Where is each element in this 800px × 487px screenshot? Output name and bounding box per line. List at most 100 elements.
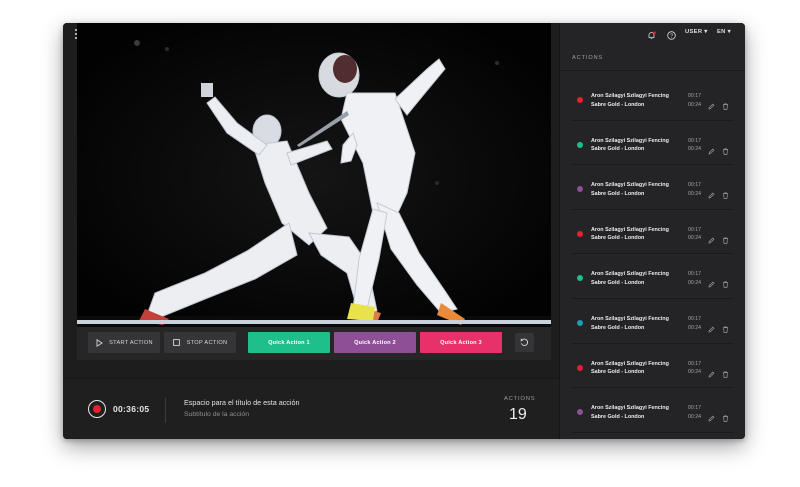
action-item-title: Aron Szilagyi Szilagyi Fencing Sabre Gold… <box>591 226 681 243</box>
action-item-time-end: 00:24 <box>688 235 701 242</box>
edit-icon[interactable] <box>708 186 715 199</box>
stop-action-label: STOP ACTION <box>186 339 228 346</box>
action-item-time-end: 00:24 <box>688 324 701 331</box>
trash-icon[interactable] <box>722 320 729 333</box>
action-item-title-line1: Aron Szilagyi Szilagyi Fencing <box>591 137 669 144</box>
edit-icon[interactable] <box>708 97 715 110</box>
action-color-dot <box>577 320 583 326</box>
action-item-title-line1: Aron Szilagyi Szilagyi Fencing <box>591 182 669 189</box>
action-item-title-line1: Aron Szilagyi Szilagyi Fencing <box>591 360 669 367</box>
help-icon[interactable]: ? <box>667 27 676 45</box>
action-list-item[interactable]: Aron Szilagyi Szilagyi Fencing Sabre Gold… <box>560 388 745 433</box>
user-menu-label: USER <box>685 29 703 35</box>
action-list-item[interactable]: Aron Szilagyi Szilagyi Fencing Sabre Gold… <box>560 344 745 389</box>
divider <box>572 431 734 433</box>
action-item-time-start: 00:17 <box>688 226 701 233</box>
action-list-item[interactable]: Aron Szilagyi Szilagyi Fencing Sabre Gold… <box>560 210 745 255</box>
edit-icon[interactable] <box>708 365 715 378</box>
edit-icon[interactable] <box>708 231 715 244</box>
action-list-item[interactable]: Aron Szilagyi Szilagyi Fencing Sabre Gold… <box>560 299 745 344</box>
action-item-time-start: 00:17 <box>688 316 701 322</box>
action-list-item[interactable]: Aron Szilagyi Szilagyi Fencing Sabre Gold… <box>560 254 745 299</box>
user-menu[interactable]: USER ▾ <box>685 29 707 35</box>
edit-icon[interactable] <box>708 275 715 288</box>
action-item-title-line1: Aron Szilagyi Szilagyi Fencing <box>591 271 669 278</box>
action-item-time: 00:17 00:24 <box>685 315 701 332</box>
trash-icon[interactable] <box>722 142 729 155</box>
action-list-item[interactable]: Aron Szilagyi Szilagyi Fencing Sabre Gold… <box>560 165 745 210</box>
action-item-time-end: 00:24 <box>688 101 701 108</box>
action-list-item[interactable]: Aron Szilagyi Szilagyi Fencing Sabre Gold… <box>560 121 745 166</box>
action-item-title-line2: Sabre Gold - London <box>591 235 645 242</box>
action-title: Espacio para el título de esta acción <box>184 398 300 407</box>
action-item-time-start: 00:17 <box>688 360 701 367</box>
trash-icon[interactable] <box>722 409 729 422</box>
action-item-title-line2: Sabre Gold - London <box>591 413 645 420</box>
start-action-label: START ACTION <box>109 339 153 346</box>
action-item-title-line2: Sabre Gold - London <box>591 279 645 286</box>
actions-count-label: ACTIONS <box>504 396 536 402</box>
playback-progress-bar[interactable] <box>77 320 551 324</box>
action-color-dot <box>577 97 583 103</box>
start-action-button[interactable]: START ACTION <box>88 332 160 353</box>
stop-icon <box>173 339 181 347</box>
actions-count-value: 19 <box>509 406 527 423</box>
action-item-time: 00:17 00:24 <box>685 226 701 243</box>
action-item-time-end: 00:24 <box>688 190 701 197</box>
action-item-time-end: 00:24 <box>688 413 701 420</box>
action-item-title-line2: Sabre Gold - London <box>591 190 645 197</box>
action-list-item[interactable]: Aron Szilagyi Szilagyi Fencing Sabre Gold… <box>560 76 745 121</box>
action-item-title-line2: Sabre Gold - London <box>591 324 645 331</box>
edit-icon[interactable] <box>708 409 715 422</box>
divider <box>560 70 745 71</box>
undo-button[interactable] <box>515 333 534 352</box>
trash-icon[interactable] <box>722 186 729 199</box>
action-item-time-end: 00:24 <box>688 146 701 153</box>
action-item-title: Aron Szilagyi Szilagyi Fencing Sabre Gold… <box>591 315 681 332</box>
action-item-title: Aron Szilagyi Szilagyi Fencing Sabre Gold… <box>591 92 681 109</box>
svg-text:?: ? <box>670 33 673 39</box>
main-panel: START ACTION STOP ACTION Quick Action 1 … <box>63 23 559 439</box>
trash-icon[interactable] <box>722 365 729 378</box>
action-item-time-start: 00:17 <box>688 137 701 144</box>
video-player[interactable] <box>77 23 551 327</box>
quick-action-3-button[interactable]: Quick Action 3 <box>420 332 502 353</box>
action-item-title-line1: Aron Szilagyi Szilagyi Fencing <box>591 405 669 412</box>
actions-sidebar: ? USER ▾ EN ▾ ACTIONS Aron Szilagyi Szil… <box>559 23 745 439</box>
action-item-title-line1: Aron Szilagyi Szilagyi Fencing <box>591 316 669 322</box>
divider <box>165 397 166 423</box>
quick-action-3-label: Quick Action 3 <box>440 339 482 346</box>
edit-icon[interactable] <box>708 320 715 333</box>
trash-icon[interactable] <box>722 275 729 289</box>
action-item-time-end: 00:24 <box>688 369 701 376</box>
action-color-dot <box>577 409 583 416</box>
recording-timer: 00:36:05 <box>113 404 150 414</box>
quick-action-1-label: Quick Action 1 <box>268 339 310 346</box>
trash-icon[interactable] <box>722 231 729 244</box>
action-item-title: Aron Szilagyi Szilagyi Fencing Sabre Gold… <box>591 360 681 377</box>
action-color-dot <box>577 230 583 237</box>
language-menu-label: EN <box>717 29 726 35</box>
action-color-dot <box>577 186 583 193</box>
action-color-dot <box>577 141 583 148</box>
action-item-time-start: 00:17 <box>688 271 701 278</box>
record-button[interactable] <box>88 400 106 418</box>
stop-action-button[interactable]: STOP ACTION <box>164 332 236 353</box>
action-item-time: 00:17 00:24 <box>685 181 701 198</box>
action-item-title: Aron Szilagyi Szilagyi Fencing Sabre Gold… <box>591 270 681 287</box>
action-item-time: 00:17 00:24 <box>685 92 701 109</box>
language-menu[interactable]: EN ▾ <box>717 29 731 35</box>
action-item-title: Aron Szilagyi Szilagyi Fencing Sabre Gold… <box>591 181 681 198</box>
action-item-time: 00:17 00:24 <box>685 404 701 421</box>
quick-action-2-button[interactable]: Quick Action 2 <box>334 332 416 353</box>
trash-icon[interactable] <box>722 97 729 110</box>
edit-icon[interactable] <box>708 142 715 155</box>
action-subtitle: Subtítulo de la acción <box>184 411 249 418</box>
action-item-title: Aron Szilagyi Szilagyi Fencing Sabre Gold… <box>591 404 681 421</box>
action-color-dot <box>577 275 583 282</box>
quick-action-2-label: Quick Action 2 <box>354 339 396 346</box>
notification-bell-icon[interactable] <box>647 27 656 45</box>
quick-action-1-button[interactable]: Quick Action 1 <box>248 332 330 353</box>
action-item-time-end: 00:24 <box>688 279 701 286</box>
action-item-time-start: 00:17 <box>688 405 701 412</box>
